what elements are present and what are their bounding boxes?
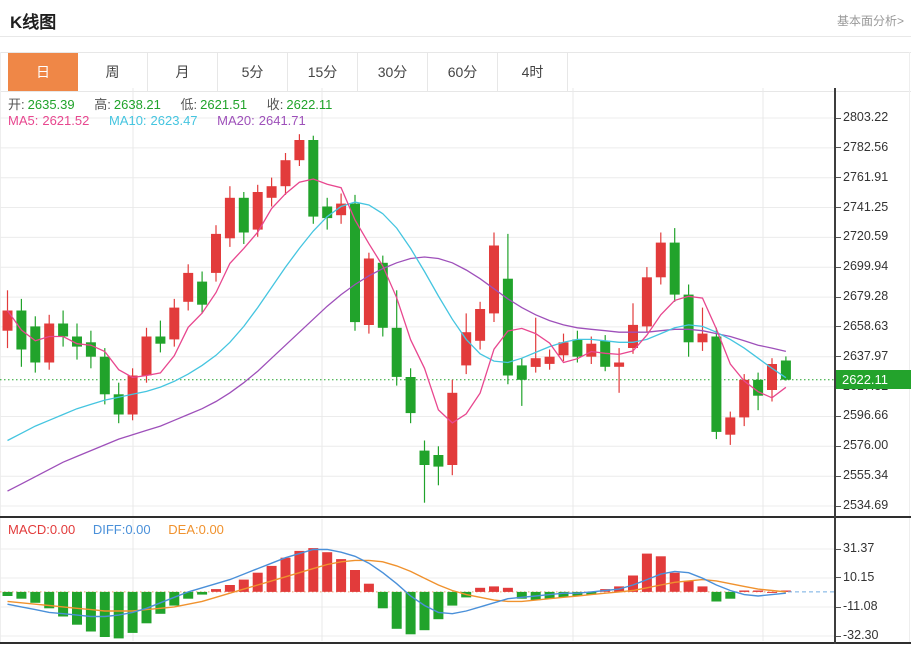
price-tick-label: 2555.34 xyxy=(843,468,888,482)
bottom-border xyxy=(0,642,911,644)
price-tick-label: 2679.28 xyxy=(843,289,888,303)
tab-60min[interactable]: 60分 xyxy=(428,53,498,91)
ma-legend: MA5: 2621.52 MA10: 2623.47 MA20: 2641.71 xyxy=(8,113,322,128)
price-tick xyxy=(836,267,841,268)
price-tick xyxy=(836,177,841,178)
price-tick xyxy=(836,118,841,119)
macd-tick-label: -11.08 xyxy=(843,599,878,613)
low-value: 2621.51 xyxy=(200,97,247,112)
kline-widget: K线图 基本面分析> 日周月5分15分30分60分4时 开:2635.39 高:… xyxy=(0,0,911,649)
diff-label: DIFF: xyxy=(93,522,126,537)
macd-tick xyxy=(836,607,841,608)
open-value: 2635.39 xyxy=(28,97,75,112)
tab-30min[interactable]: 30分 xyxy=(358,53,428,91)
header-divider xyxy=(0,36,911,37)
price-tick-label: 2576.00 xyxy=(843,438,888,452)
ma10-label: MA10: xyxy=(109,113,147,128)
price-tick xyxy=(836,237,841,238)
candlestick-chart-canvas[interactable] xyxy=(0,88,836,518)
price-tick-label: 2658.63 xyxy=(843,319,888,333)
ma20-value: 2641.71 xyxy=(259,113,306,128)
dea-label: DEA: xyxy=(168,522,198,537)
macd-legend: MACD:0.00 DIFF:0.00 DEA:0.00 xyxy=(8,522,238,537)
candle-wicks xyxy=(8,134,786,503)
open-label: 开: xyxy=(8,97,25,112)
high-label: 高: xyxy=(94,97,111,112)
macd-chart-canvas[interactable] xyxy=(0,519,836,644)
price-tick-label: 2803.22 xyxy=(843,110,888,124)
current-price-tag: 2622.11 xyxy=(836,370,911,389)
price-tick-label: 2596.66 xyxy=(843,408,888,422)
tab-day[interactable]: 日 xyxy=(8,53,78,91)
tab-4hour[interactable]: 4时 xyxy=(498,53,568,91)
macd-tick-label: 31.37 xyxy=(843,541,874,555)
close-value: 2622.11 xyxy=(286,97,332,112)
macd-histogram xyxy=(3,548,791,638)
diff-value: 0.00 xyxy=(125,522,150,537)
price-tick-label: 2699.94 xyxy=(843,259,888,273)
y-axis-line xyxy=(834,88,836,644)
macd-tick xyxy=(836,636,841,637)
price-tick xyxy=(836,446,841,447)
high-value: 2638.21 xyxy=(114,97,161,112)
tab-week[interactable]: 周 xyxy=(78,53,148,91)
panel-separator xyxy=(0,516,911,518)
tab-15min[interactable]: 15分 xyxy=(288,53,358,91)
macd-label: MACD: xyxy=(8,522,50,537)
panel-right-border xyxy=(909,52,910,642)
page-title: K线图 xyxy=(10,8,56,33)
macd-tick-label: -32.30 xyxy=(843,628,878,642)
macd-value: 0.00 xyxy=(50,522,75,537)
ma20-label: MA20: xyxy=(217,113,255,128)
macd-tick-label: 10.15 xyxy=(843,570,874,584)
price-tick xyxy=(836,297,841,298)
ma5-label: MA5: xyxy=(8,113,38,128)
price-tick xyxy=(836,356,841,357)
macd-tick xyxy=(836,577,841,578)
grid xyxy=(0,88,834,516)
price-tick xyxy=(836,476,841,477)
price-tick xyxy=(836,147,841,148)
price-tick xyxy=(836,326,841,327)
ma5-value: 2621.52 xyxy=(42,113,89,128)
fundamental-analysis-link[interactable]: 基本面分析> xyxy=(837,12,904,29)
price-tick-label: 2761.91 xyxy=(843,170,888,184)
price-tick xyxy=(836,506,841,507)
low-label: 低: xyxy=(181,97,198,112)
price-tick-label: 2534.69 xyxy=(843,498,888,512)
price-tick xyxy=(836,207,841,208)
ma10-value: 2623.47 xyxy=(151,113,198,128)
price-tick xyxy=(836,416,841,417)
period-tabbar: 日周月5分15分30分60分4时 xyxy=(0,52,911,92)
tab-month[interactable]: 月 xyxy=(148,53,218,91)
price-tick-label: 2720.59 xyxy=(843,229,888,243)
close-label: 收: xyxy=(267,97,284,112)
dea-value: 0.00 xyxy=(199,522,224,537)
price-tick-label: 2741.25 xyxy=(843,200,888,214)
macd-tick xyxy=(836,549,841,550)
price-tick-label: 2782.56 xyxy=(843,140,888,154)
price-tick-label: 2637.97 xyxy=(843,349,888,363)
ohlc-row: 开:2635.39 高:2638.21 低:2621.51 收:2622.11 xyxy=(8,94,348,113)
tab-5min[interactable]: 5分 xyxy=(218,53,288,91)
